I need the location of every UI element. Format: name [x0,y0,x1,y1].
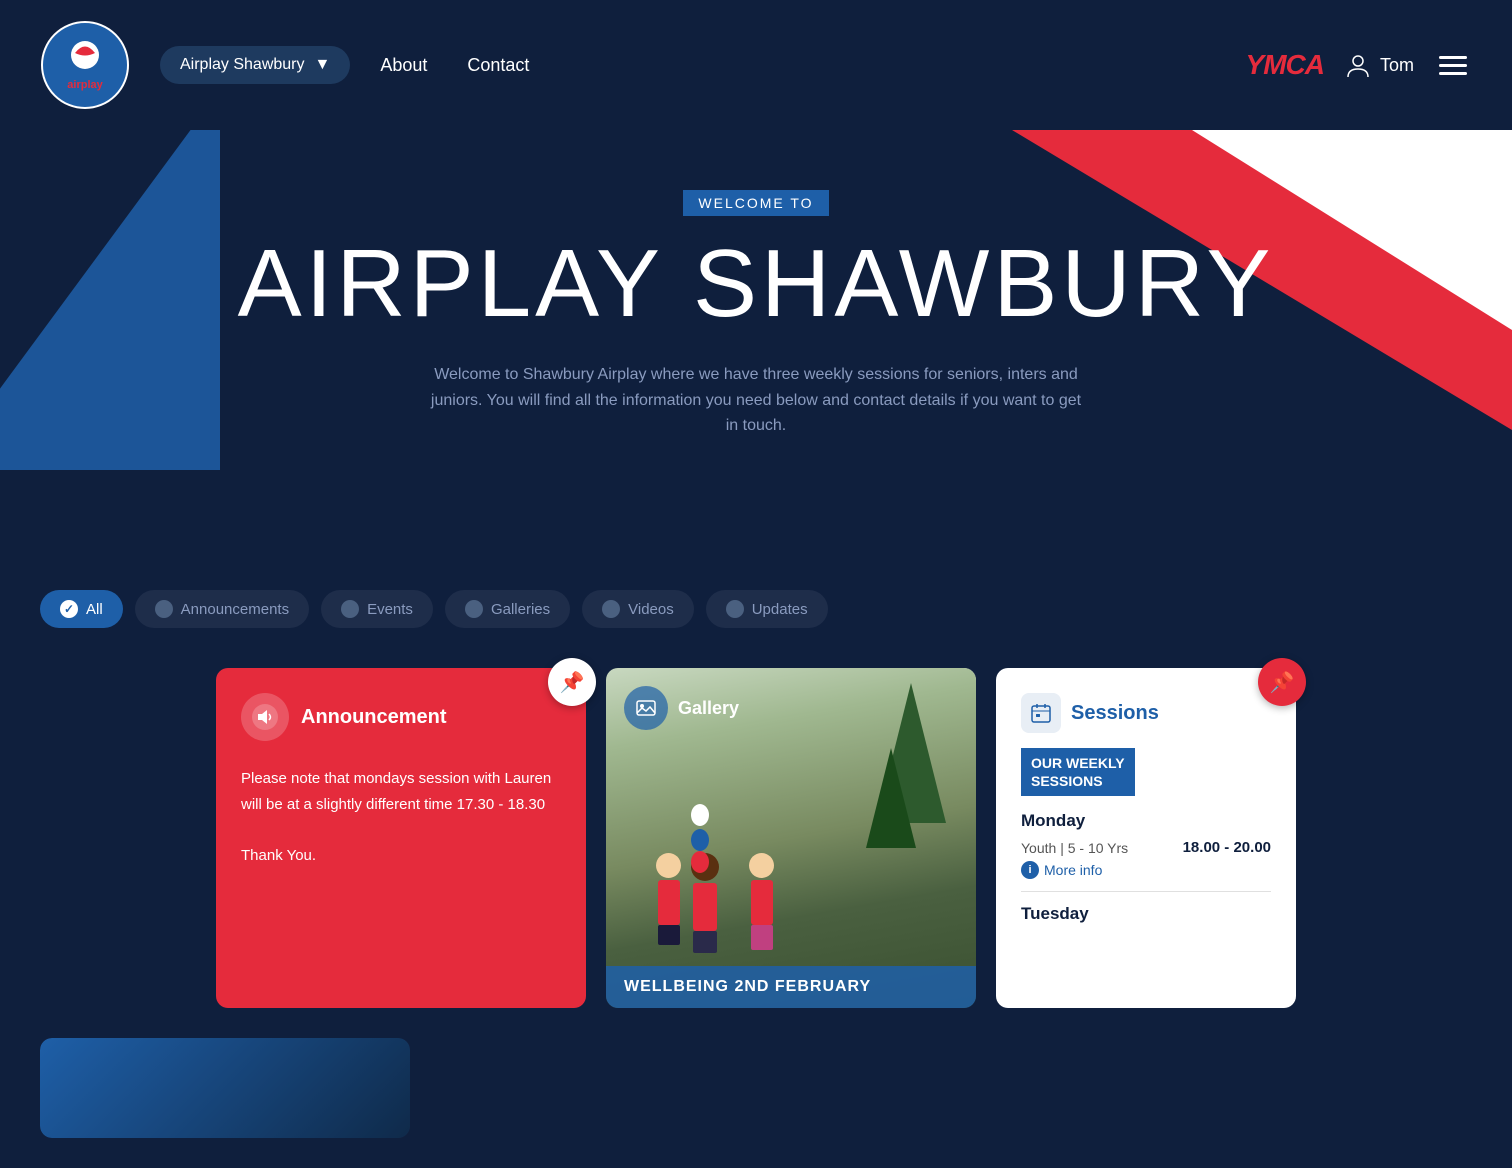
tab-updates-label: Updates [752,601,808,618]
figure-1 [656,853,681,953]
card-header: Announcement [241,693,561,741]
welcome-label: WELCOME TO [683,190,828,216]
bottom-card-preview [40,1038,410,1138]
hamburger-line-3 [1439,72,1467,75]
sessions-day-tuesday: Tuesday [1021,904,1271,924]
balloon-white [691,804,709,826]
hero-description: Welcome to Shawbury Airplay where we hav… [426,362,1086,439]
tab-galleries-label: Galleries [491,601,550,618]
tab-all[interactable]: ✓ All [40,590,123,628]
dot-icon [155,600,173,618]
main-nav: About Contact [380,55,1245,76]
figures [656,853,774,953]
user-area[interactable]: Tom [1344,51,1414,79]
announcement-text-2: Thank You. [241,843,561,869]
tab-all-label: All [86,601,103,618]
bottom-row [0,1038,1512,1168]
sessions-card: 📌 Sessions OUR WEEKLYSESSIONS Monday You… [996,668,1296,1008]
dot-icon [602,600,620,618]
body-2 [693,883,717,931]
announcement-card: 📌 Announcement Please note that mondays … [216,668,586,1008]
pin-button-sessions[interactable]: 📌 [1258,658,1306,706]
site-dropdown[interactable]: Airplay Shawbury ▼ [160,46,350,84]
hero-title: AIRPLAY SHAWBURY [20,236,1492,332]
sessions-title-label: Sessions [1071,702,1159,725]
tab-events-label: Events [367,601,413,618]
logo-area: airplay [40,20,130,110]
nav-contact[interactable]: Contact [467,55,529,76]
calendar-icon [1030,702,1052,724]
gallery-footer: WELLBEING 2ND FEBRUARY [606,966,976,1008]
header-right: YMCA Tom [1246,49,1472,81]
sessions-day-monday: Monday [1021,811,1271,831]
dot-icon [465,600,483,618]
chevron-down-icon: ▼ [315,56,331,74]
gallery-footer-text: WELLBEING 2ND FEBRUARY [624,978,871,995]
weekly-sessions-label: OUR WEEKLYSESSIONS [1021,748,1135,796]
hero-section: WELCOME TO AIRPLAY SHAWBURY Welcome to S… [0,130,1512,560]
hamburger-line-2 [1439,64,1467,67]
balloons [691,804,709,873]
cards-section: 📌 Announcement Please note that mondays … [0,658,1512,1038]
announcement-body: Please note that mondays session with La… [241,766,561,868]
body-1 [658,880,680,925]
pin-button-announcement[interactable]: 📌 [548,658,596,706]
user-icon [1344,51,1372,79]
ymca-logo: YMCA [1246,49,1324,81]
sessions-monday-time: 18.00 - 20.00 [1183,839,1271,856]
tab-updates[interactable]: Updates [706,590,828,628]
megaphone-icon [251,703,279,731]
sessions-divider [1021,891,1271,892]
sessions-monday-row: Youth | 5 - 10 Yrs 18.00 - 20.00 [1021,839,1271,856]
gallery-label: Gallery [678,698,739,719]
head-1 [656,853,681,878]
pin-icon: 📌 [1270,670,1295,695]
filter-tabs: ✓ All Announcements Events Galleries Vid… [0,560,1512,658]
announcement-text-1: Please note that mondays session with La… [241,766,561,817]
svg-text:airplay: airplay [67,79,103,91]
user-name: Tom [1380,55,1414,76]
body-3 [751,880,773,925]
gallery-icon-circle [624,686,668,730]
legs-2 [693,931,717,953]
tab-galleries[interactable]: Galleries [445,590,570,628]
dropdown-label: Airplay Shawbury [180,56,305,74]
balloon-blue [691,829,709,851]
announcement-icon-circle [241,693,289,741]
hamburger-line-1 [1439,56,1467,59]
gallery-icon [635,697,657,719]
more-info-link[interactable]: i More info [1021,861,1271,879]
check-icon: ✓ [60,600,78,618]
gallery-overlay-header: Gallery [624,686,739,730]
info-icon: i [1021,861,1039,879]
dot-icon [341,600,359,618]
sessions-header: Sessions [1021,693,1271,733]
balloon-red [691,851,709,873]
nav-about[interactable]: About [380,55,427,76]
gallery-image-bg: Gallery WELLBEING 2ND FEBRUARY [606,668,976,1008]
skirt-3 [751,925,773,950]
tab-videos-label: Videos [628,601,674,618]
gallery-card: 📌 [606,668,976,1008]
pin-icon: 📌 [560,670,585,695]
sessions-icon-circle [1021,693,1061,733]
airplay-logo: airplay [40,20,130,110]
sessions-monday-type: Youth | 5 - 10 Yrs [1021,840,1128,856]
bottom-card-bg [40,1038,410,1138]
legs-1 [658,925,680,945]
tab-announcements[interactable]: Announcements [135,590,309,628]
hero-content: WELCOME TO AIRPLAY SHAWBURY Welcome to S… [20,190,1492,439]
dot-icon [726,600,744,618]
head-3 [749,853,774,878]
tab-videos[interactable]: Videos [582,590,694,628]
more-info-label: More info [1044,862,1102,878]
announcement-label: Announcement [301,706,447,729]
tab-events[interactable]: Events [321,590,433,628]
hamburger-menu[interactable] [1434,51,1472,80]
header: airplay Airplay Shawbury ▼ About Contact… [0,0,1512,130]
figure-3 [749,853,774,953]
tab-announcements-label: Announcements [181,601,289,618]
